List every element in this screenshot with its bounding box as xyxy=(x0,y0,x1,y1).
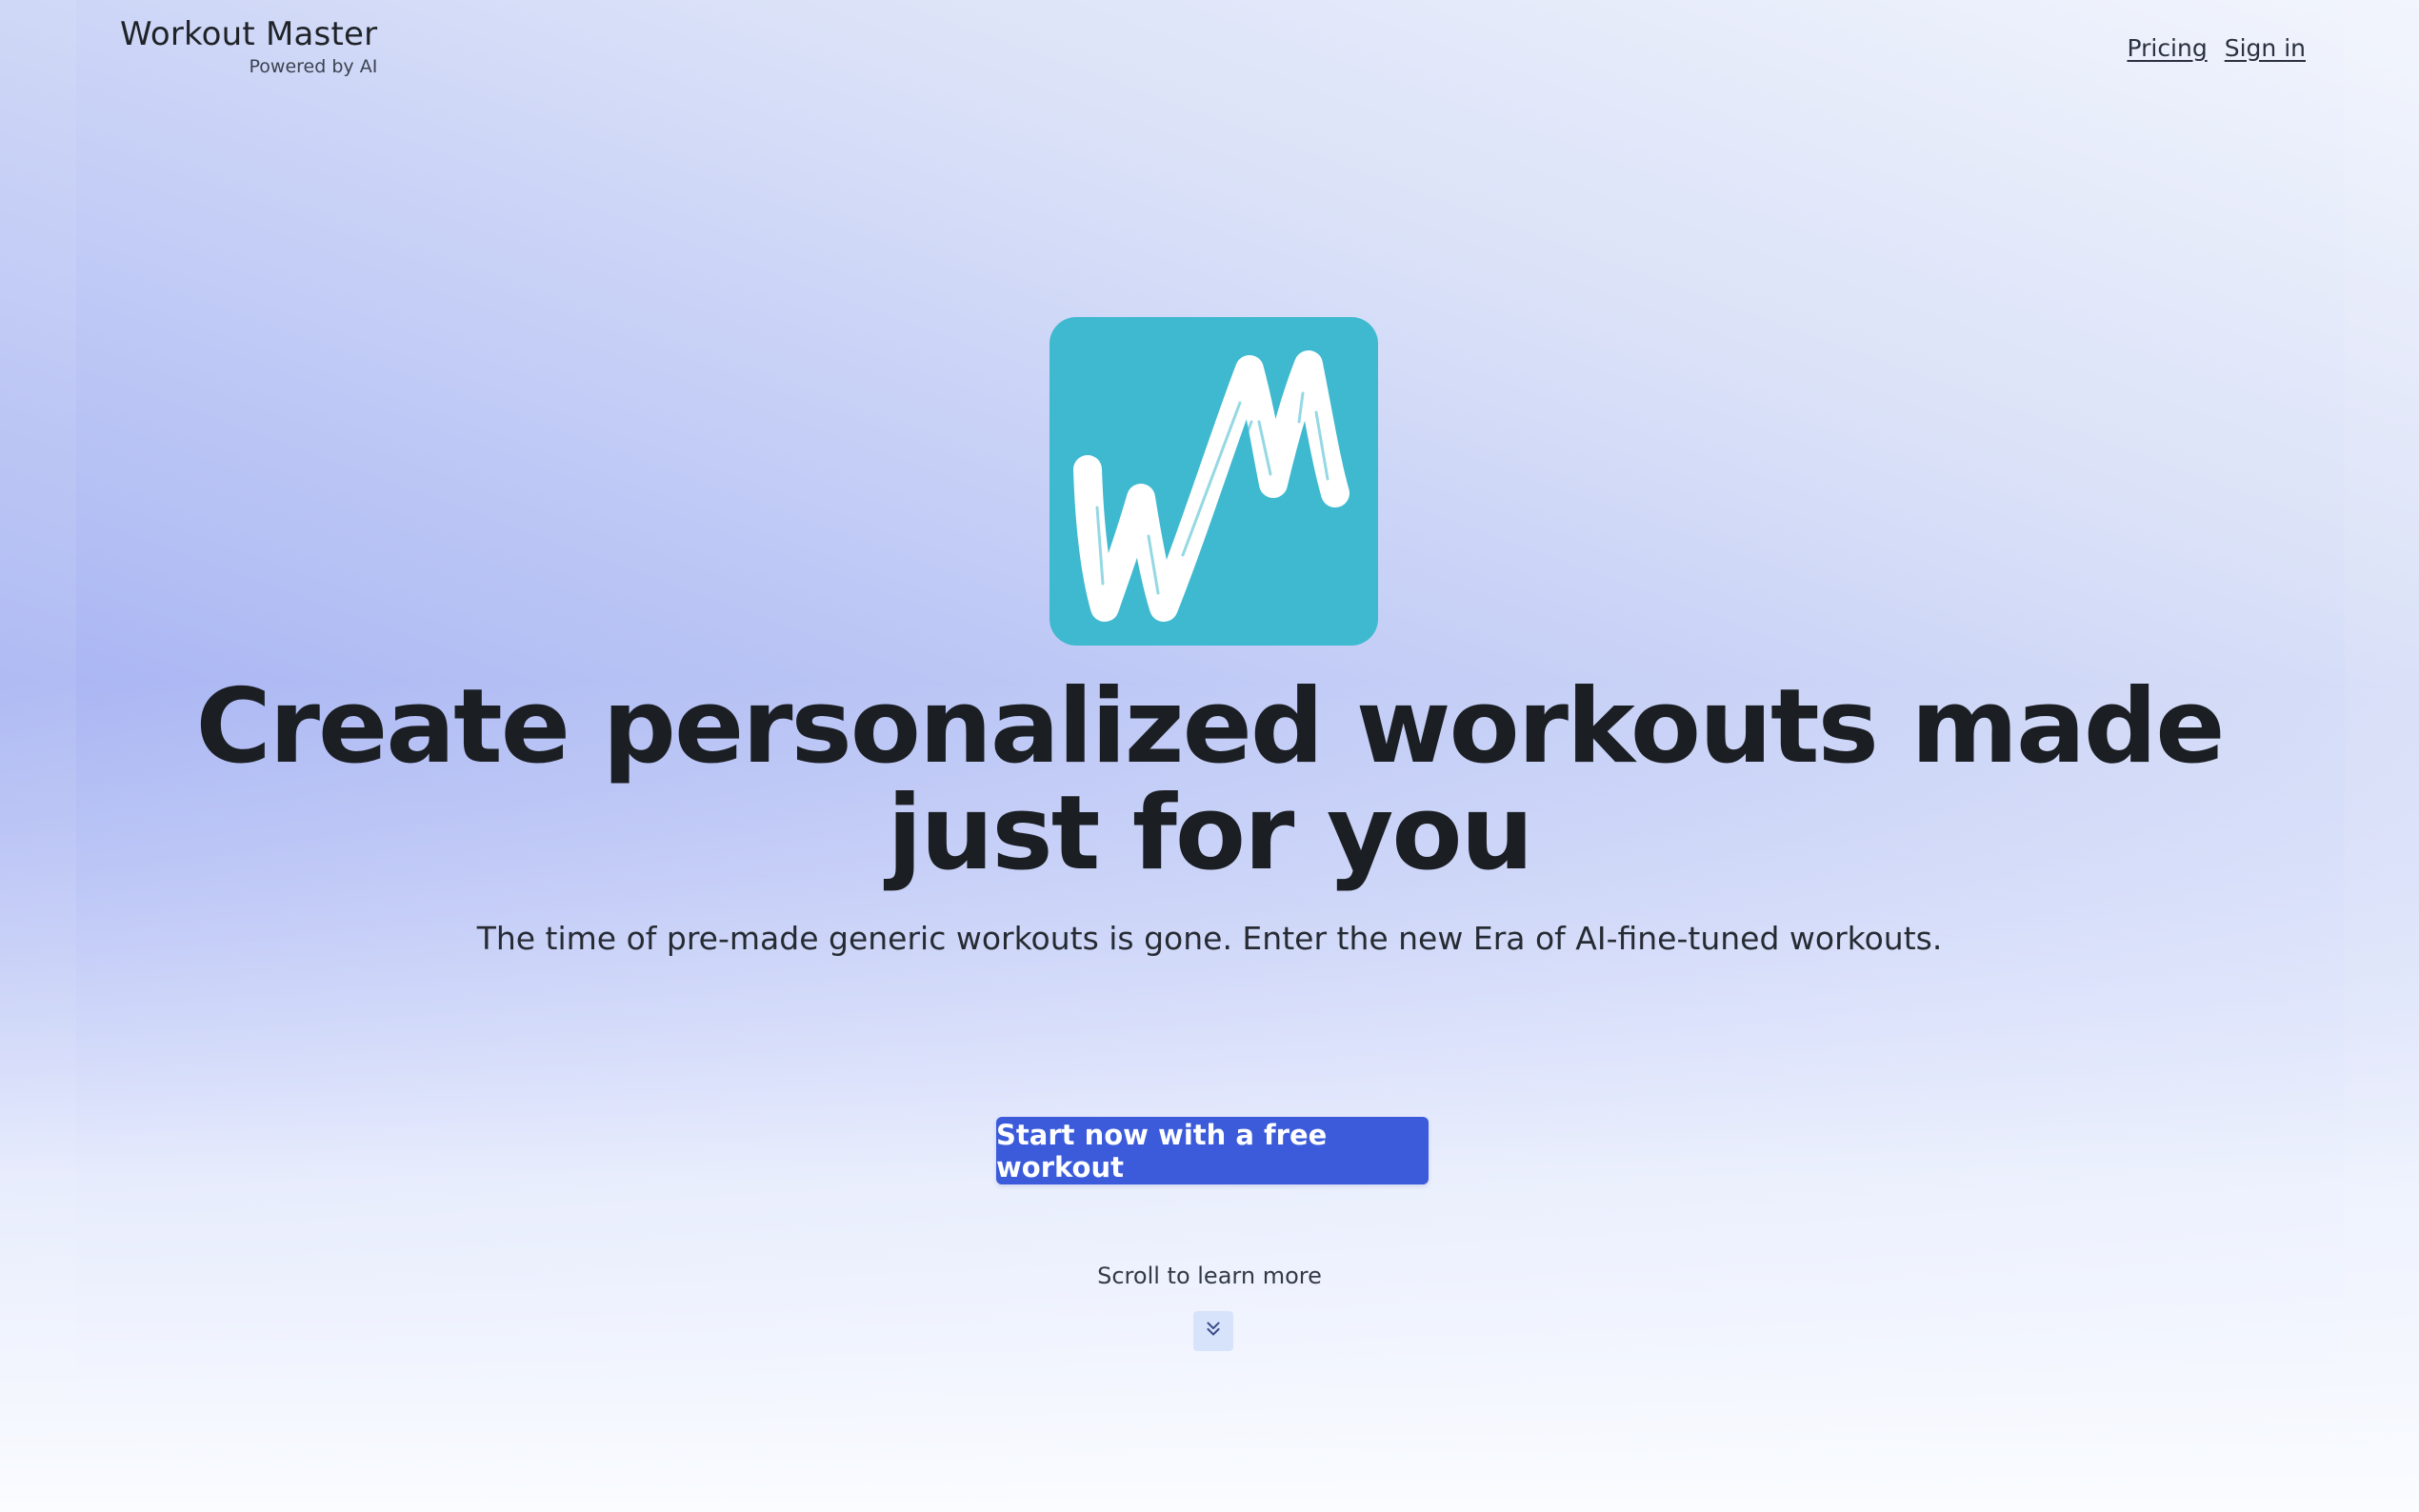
hero-subtitle: The time of pre-made generic workouts is… xyxy=(476,920,1943,957)
wm-logo-icon xyxy=(1050,317,1378,646)
start-free-workout-button[interactable]: Start now with a free workout xyxy=(996,1117,1429,1184)
scroll-hint: Scroll to learn more xyxy=(1097,1263,1322,1289)
hero-headline: Create personalized workouts made just f… xyxy=(195,667,2226,893)
top-nav: Pricing Sign in xyxy=(2127,34,2306,62)
brand-subtitle: Powered by AI xyxy=(249,56,378,77)
landing-page: Workout Master Powered by AI Pricing Sig… xyxy=(0,0,2419,1512)
brand[interactable]: Workout Master Powered by AI xyxy=(120,15,377,78)
brand-title: Workout Master xyxy=(120,15,378,53)
page-content: Workout Master Powered by AI Pricing Sig… xyxy=(0,0,2419,1512)
nav-link-pricing[interactable]: Pricing xyxy=(2127,34,2207,62)
nav-link-sign-in[interactable]: Sign in xyxy=(2225,34,2306,62)
scroll-down-button[interactable] xyxy=(1193,1311,1233,1351)
chevrons-down-icon xyxy=(1203,1319,1224,1343)
